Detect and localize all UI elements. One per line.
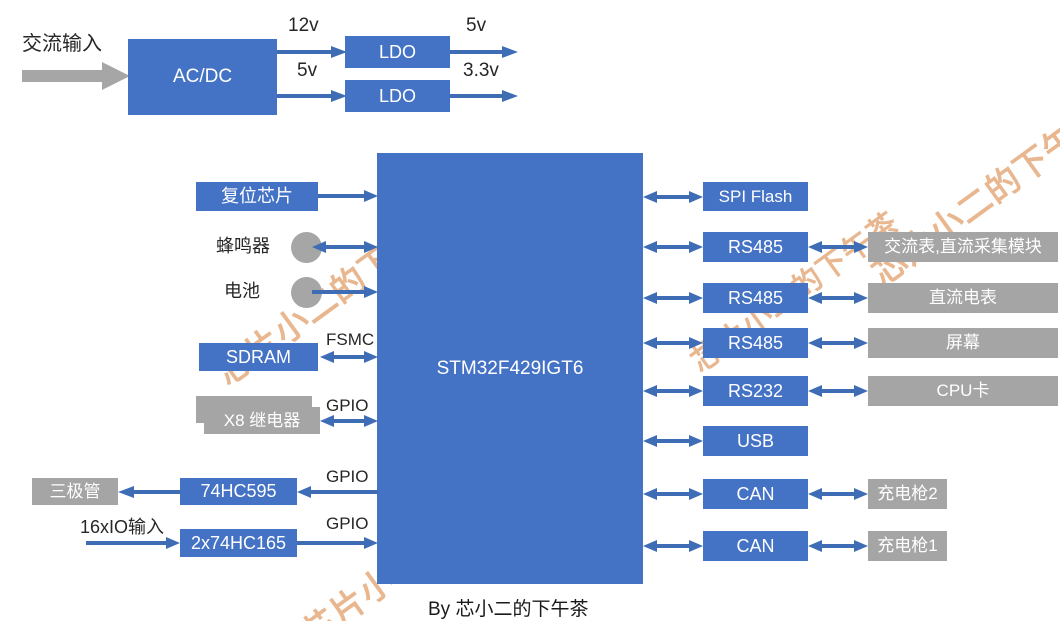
can-2-block: CAN <box>703 531 808 561</box>
cpu-card-block: CPU卡 <box>868 376 1058 406</box>
block-diagram: 芯片小二的下午茶 芯片小二的下午茶 芯片小二的下午茶 芯片小二的下午茶 交流输入… <box>0 0 1060 621</box>
ac-dc-meter-label: 交流表,直流采集模块 <box>884 237 1042 257</box>
acdc-block: AC/DC <box>128 39 277 115</box>
screen-label: 屏幕 <box>946 333 980 353</box>
usb-label: USB <box>736 430 774 451</box>
hc595-gpio-label: GPIO <box>326 467 369 486</box>
ac-dc-meter-block: 交流表,直流采集模块 <box>868 232 1058 262</box>
ldo2-block: LDO <box>345 80 450 112</box>
ldo1-block: LDO <box>345 36 450 68</box>
rs485-3-bus-arrow <box>643 336 703 350</box>
can-2-label: CAN <box>736 535 775 556</box>
can-1-label: CAN <box>736 483 775 504</box>
hc165-label: 2x74HC165 <box>190 532 287 553</box>
hc595-arrow <box>297 485 378 499</box>
hc595-block: 74HC595 <box>180 478 297 505</box>
hc165-arrow <box>297 536 378 550</box>
spi-flash-label: SPI Flash <box>718 186 793 206</box>
acdc-to-ldo1-arrow <box>277 44 347 60</box>
sdram-block: SDRAM <box>199 343 318 371</box>
rs485-3-target-arrow <box>808 336 868 350</box>
io-input-label: 16xIO输入 <box>80 517 165 537</box>
screen-block: 屏幕 <box>868 328 1058 358</box>
charging-gun-2-block: 充电枪2 <box>868 479 947 509</box>
reset-chip-arrow <box>318 189 378 203</box>
charging-gun-1-label: 充电枪1 <box>877 536 938 556</box>
rs232-target-arrow <box>808 384 868 398</box>
spi-flash-bus-arrow <box>643 190 703 204</box>
fsmc-bus-label: FSMC <box>326 330 375 349</box>
can-2-target-arrow <box>808 539 868 553</box>
ac-input-label: 交流输入 <box>22 33 102 55</box>
rs485-3-block: RS485 <box>703 328 808 358</box>
dc-meter-label: 直流电表 <box>929 288 997 308</box>
rs232-label: RS232 <box>727 380 784 401</box>
relay-gpio-label: GPIO <box>326 396 369 415</box>
acdc-to-ldo2-arrow <box>277 88 347 104</box>
rs232-block: RS232 <box>703 376 808 406</box>
can-2-bus-arrow <box>643 539 703 553</box>
rs485-2-block: RS485 <box>703 283 808 313</box>
buzzer-arrow <box>312 240 378 254</box>
rs485-1-block: RS485 <box>703 232 808 262</box>
ac-input-arrow <box>22 62 130 90</box>
relay-label: X8 继电器 <box>223 410 301 430</box>
reset-chip-label: 复位芯片 <box>221 186 293 207</box>
rs485-1-label: RS485 <box>727 236 784 257</box>
out-33v-label: 3.3v <box>463 60 499 81</box>
ldo1-out-arrow <box>450 44 518 60</box>
mcu-label: STM32F429IGT6 <box>436 358 584 379</box>
rs485-2-label: RS485 <box>727 287 784 308</box>
rail-12v-label: 12v <box>288 15 319 36</box>
ldo2-label: LDO <box>378 85 416 106</box>
hc165-block: 2x74HC165 <box>180 529 297 557</box>
rs485-3-label: RS485 <box>727 332 784 353</box>
sdram-arrow <box>320 350 378 364</box>
can-1-bus-arrow <box>643 487 703 501</box>
hc595-to-transistor-arrow <box>118 485 180 499</box>
charging-gun-1-block: 充电枪1 <box>868 531 947 561</box>
dc-meter-block: 直流电表 <box>868 283 1058 313</box>
ldo2-out-arrow <box>450 88 518 104</box>
rs485-2-target-arrow <box>808 291 868 305</box>
usb-block: USB <box>703 426 808 456</box>
watermark: 芯片小二的下午茶 <box>865 97 1060 294</box>
hc595-label: 74HC595 <box>200 481 277 502</box>
transistor-label: 三极管 <box>49 481 101 501</box>
can-1-target-arrow <box>808 487 868 501</box>
sdram-label: SDRAM <box>225 346 291 367</box>
charging-gun-2-label: 充电枪2 <box>877 484 938 504</box>
hc165-gpio-label: GPIO <box>326 514 369 533</box>
reset-chip-block: 复位芯片 <box>196 182 318 211</box>
cpu-card-label: CPU卡 <box>936 381 990 401</box>
rs485-1-bus-arrow <box>643 240 703 254</box>
rs485-1-target-arrow <box>808 240 868 254</box>
io-input-arrow <box>86 536 180 550</box>
can-1-block: CAN <box>703 479 808 509</box>
transistor-block: 三极管 <box>32 478 118 505</box>
usb-bus-arrow <box>643 434 703 448</box>
battery-label: 电池 <box>224 281 260 301</box>
acdc-label: AC/DC <box>172 66 233 88</box>
out-5v-label: 5v <box>466 15 487 36</box>
rs232-bus-arrow <box>643 384 703 398</box>
rs485-2-bus-arrow <box>643 291 703 305</box>
author-caption: By 芯小二的下午茶 <box>428 599 589 620</box>
relay-block: X8 继电器 <box>204 407 320 434</box>
battery-arrow <box>312 285 378 299</box>
rail-5v-label: 5v <box>297 60 318 81</box>
spi-flash-block: SPI Flash <box>703 182 808 211</box>
buzzer-label: 蜂鸣器 <box>216 236 270 256</box>
mcu-block: STM32F429IGT6 <box>377 153 643 584</box>
relay-arrow <box>320 414 378 428</box>
ldo1-label: LDO <box>378 41 416 62</box>
